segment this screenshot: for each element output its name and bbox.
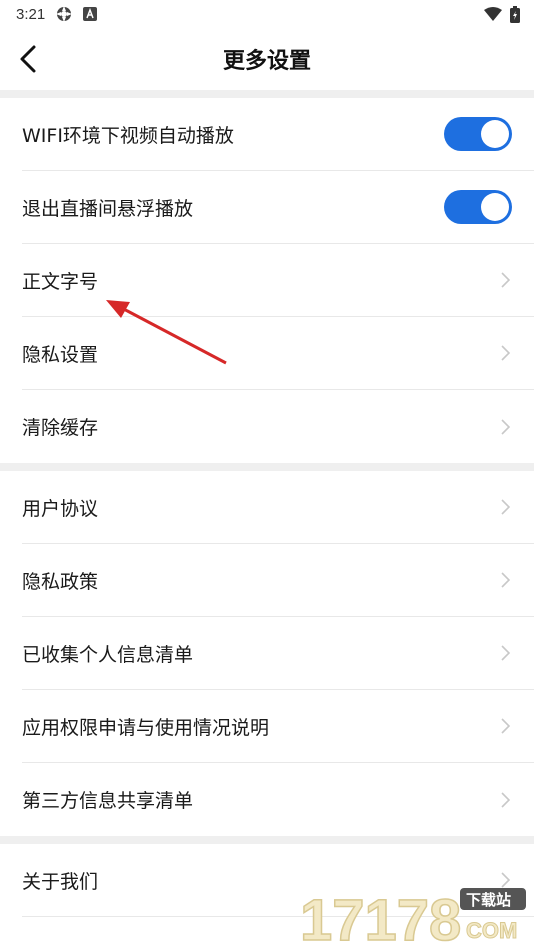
toggle-knob	[481, 193, 509, 221]
chevron-right-icon	[501, 345, 511, 361]
setting-font-size[interactable]: 正文字号	[22, 244, 534, 317]
settings-status-icon	[56, 6, 73, 22]
chevron-right-icon	[501, 572, 511, 588]
setting-clear-cache[interactable]: 清除缓存	[22, 390, 534, 463]
row-label: 隐私设置	[22, 343, 99, 366]
chevron-right-icon	[501, 418, 511, 435]
section-divider	[0, 463, 534, 471]
floating-play-toggle[interactable]	[444, 190, 512, 224]
battery-icon	[510, 5, 520, 23]
row-label: 清除缓存	[22, 417, 99, 439]
setting-wifi-autoplay[interactable]: WIFI环境下视频自动播放	[22, 98, 534, 171]
chevron-right-icon	[501, 718, 511, 734]
chevron-left-icon	[20, 45, 36, 73]
nav-bar: 更多设置	[0, 28, 534, 90]
setting-privacy[interactable]: 隐私设置	[22, 317, 534, 390]
row-label: WIFI环境下视频自动播放	[22, 124, 234, 147]
watermark-badge: 下载站	[466, 891, 511, 909]
setting-third-party-sharing[interactable]: 第三方信息共享清单	[22, 763, 534, 836]
watermark-number: 17178	[300, 888, 461, 946]
wifi-autoplay-toggle[interactable]	[444, 117, 512, 151]
section-divider	[0, 90, 534, 98]
row-label: 应用权限申请与使用情况说明	[22, 716, 270, 739]
row-label: 已收集个人信息清单	[22, 643, 194, 666]
setting-floating-play[interactable]: 退出直播间悬浮播放	[22, 171, 534, 244]
setting-privacy-policy[interactable]: 隐私政策	[22, 544, 534, 617]
back-button[interactable]	[10, 40, 46, 78]
row-label: 第三方信息共享清单	[22, 790, 194, 812]
settings-list: WIFI环境下视频自动播放 退出直播间悬浮播放 正文字号 隐私设置 清除缓存 用…	[0, 90, 534, 917]
watermark-suffix: COM	[466, 918, 517, 943]
setting-collected-info[interactable]: 已收集个人信息清单	[22, 617, 534, 690]
status-time: 3:21	[16, 5, 46, 23]
toggle-knob	[481, 120, 509, 148]
chevron-right-icon	[501, 499, 511, 515]
row-label: 关于我们	[22, 870, 99, 893]
chevron-right-icon	[501, 791, 511, 808]
row-label: 退出直播间悬浮播放	[22, 197, 194, 220]
page-title: 更多设置	[222, 49, 311, 74]
wifi-icon	[484, 7, 502, 21]
status-bar: 3:21	[0, 0, 534, 28]
watermark-logo: 17178 下载站 COM	[299, 886, 530, 950]
setting-user-agreement[interactable]: 用户协议	[22, 471, 534, 544]
setting-permissions[interactable]: 应用权限申请与使用情况说明	[22, 690, 534, 763]
section-divider	[0, 836, 534, 844]
chevron-right-icon	[501, 272, 511, 288]
row-label: 正文字号	[22, 270, 99, 293]
app-status-icon	[83, 7, 98, 21]
row-label: 用户协议	[22, 497, 99, 520]
row-label: 隐私政策	[22, 570, 99, 593]
chevron-right-icon	[501, 645, 511, 661]
